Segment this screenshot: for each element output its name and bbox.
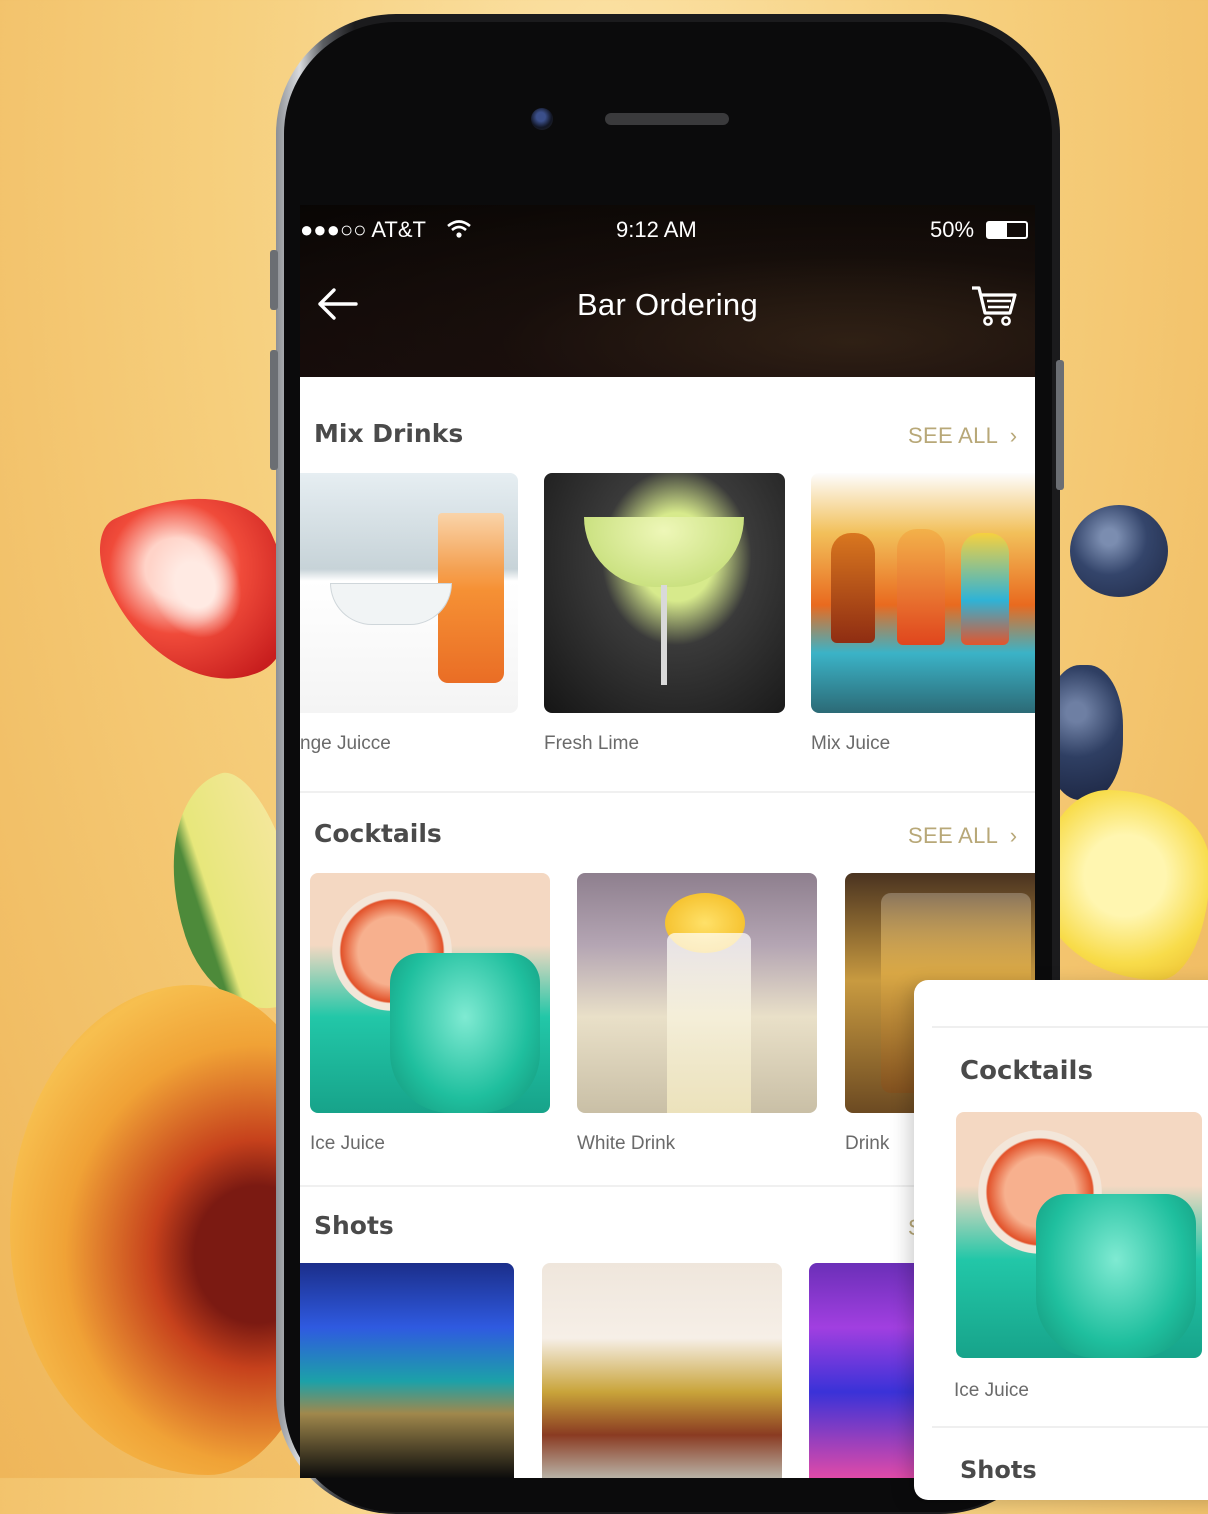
chevron-right-icon: ›	[1009, 823, 1018, 848]
drink-card-image[interactable]	[542, 1263, 782, 1478]
section-divider	[300, 791, 1035, 793]
drink-card-image[interactable]	[300, 1263, 514, 1478]
card-drink-label: Ice Juice	[954, 1380, 1029, 1401]
drink-card-label: Drink	[845, 1133, 890, 1154]
drink-card-label: Fresh Lime	[544, 733, 640, 754]
front-camera	[531, 108, 553, 130]
see-all-mix-drinks[interactable]: SEE ALL ›	[908, 423, 1017, 449]
earpiece-speaker	[605, 113, 729, 125]
drink-card-image[interactable]	[577, 873, 817, 1113]
cart-icon[interactable]	[970, 285, 1018, 327]
floating-preview-card: Cocktails Ice Juice Shots	[914, 980, 1208, 1500]
drink-card-label: nge Juicce	[300, 733, 391, 754]
blueberry-decoration	[1070, 505, 1168, 597]
drink-card-image[interactable]	[811, 473, 1035, 713]
page-title: Bar Ordering	[576, 287, 759, 322]
carrier-signal: ●●●○○ AT&T	[300, 217, 426, 242]
power-button	[1056, 360, 1064, 490]
drink-card-label: Mix Juice	[811, 733, 891, 754]
drink-card-image[interactable]	[310, 873, 550, 1113]
card-next-section-title: Shots	[960, 1456, 1037, 1484]
drink-card-label: Ice Juice	[310, 1133, 385, 1154]
section-title-mix-drinks: Mix Drinks	[314, 419, 464, 448]
card-divider	[932, 1026, 1208, 1028]
status-time: 9:12 AM	[616, 217, 697, 242]
battery-percent: 50%	[930, 217, 975, 242]
drink-card-label: White Drink	[577, 1133, 676, 1154]
see-all-label: SEE ALL	[908, 823, 998, 848]
see-all-label: SEE ALL	[908, 423, 998, 448]
mute-switch	[270, 250, 278, 310]
section-title-shots: Shots	[314, 1211, 394, 1240]
chevron-right-icon: ›	[1009, 423, 1018, 448]
card-section-title: Cocktails	[960, 1056, 1093, 1086]
drink-card-image[interactable]	[300, 473, 518, 713]
card-divider	[932, 1426, 1208, 1428]
volume-up-button	[270, 350, 278, 470]
lemon-decoration	[1040, 790, 1208, 980]
drink-card-image[interactable]	[544, 473, 785, 713]
wifi-icon	[447, 220, 471, 238]
battery-icon	[986, 221, 1028, 239]
section-title-cocktails: Cocktails	[314, 819, 442, 848]
card-drink-image[interactable]	[956, 1112, 1202, 1358]
see-all-cocktails[interactable]: SEE ALL ›	[908, 823, 1017, 849]
